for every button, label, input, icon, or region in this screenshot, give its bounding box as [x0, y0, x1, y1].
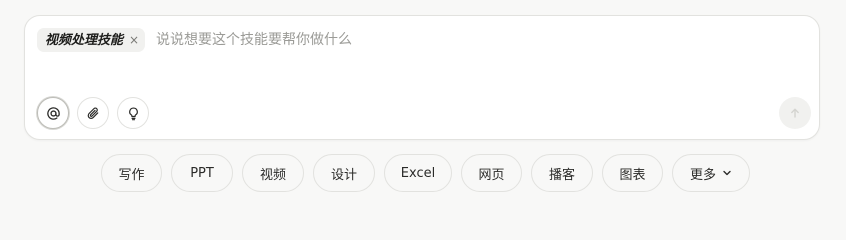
- suggestion-webpage[interactable]: 网页: [461, 154, 522, 192]
- suggestion-design[interactable]: 设计: [313, 154, 375, 192]
- remove-skill-icon[interactable]: ×: [129, 34, 139, 46]
- chevron-down-icon: [723, 170, 731, 176]
- suggestion-more[interactable]: 更多: [672, 154, 750, 192]
- suggestion-chart[interactable]: 图表: [602, 154, 663, 192]
- skill-chip-label: 视频处理技能: [45, 32, 124, 48]
- prompt-input[interactable]: [156, 29, 716, 51]
- mention-button[interactable]: [37, 97, 69, 129]
- idea-button[interactable]: [117, 97, 149, 129]
- at-sign-icon: [46, 106, 60, 120]
- prompt-composer: 视频处理技能 ×: [24, 15, 820, 140]
- suggestion-video[interactable]: 视频: [242, 154, 304, 192]
- suggestion-writing[interactable]: 写作: [101, 154, 162, 192]
- suggestion-ppt[interactable]: PPT: [171, 154, 233, 192]
- lightbulb-icon: [128, 106, 138, 120]
- attach-button[interactable]: [77, 97, 109, 129]
- suggestion-excel[interactable]: Excel: [384, 154, 452, 192]
- arrow-up-icon: [791, 108, 799, 118]
- suggestion-more-label: 更多: [689, 167, 716, 183]
- send-button[interactable]: [779, 97, 811, 129]
- skill-chip[interactable]: 视频处理技能 ×: [37, 28, 146, 52]
- paperclip-icon: [87, 107, 98, 119]
- suggestion-podcast[interactable]: 播客: [531, 154, 593, 192]
- suggestion-pills: 写作 PPT 视频 设计 Excel 网页 播客 图表 更多: [101, 154, 750, 192]
